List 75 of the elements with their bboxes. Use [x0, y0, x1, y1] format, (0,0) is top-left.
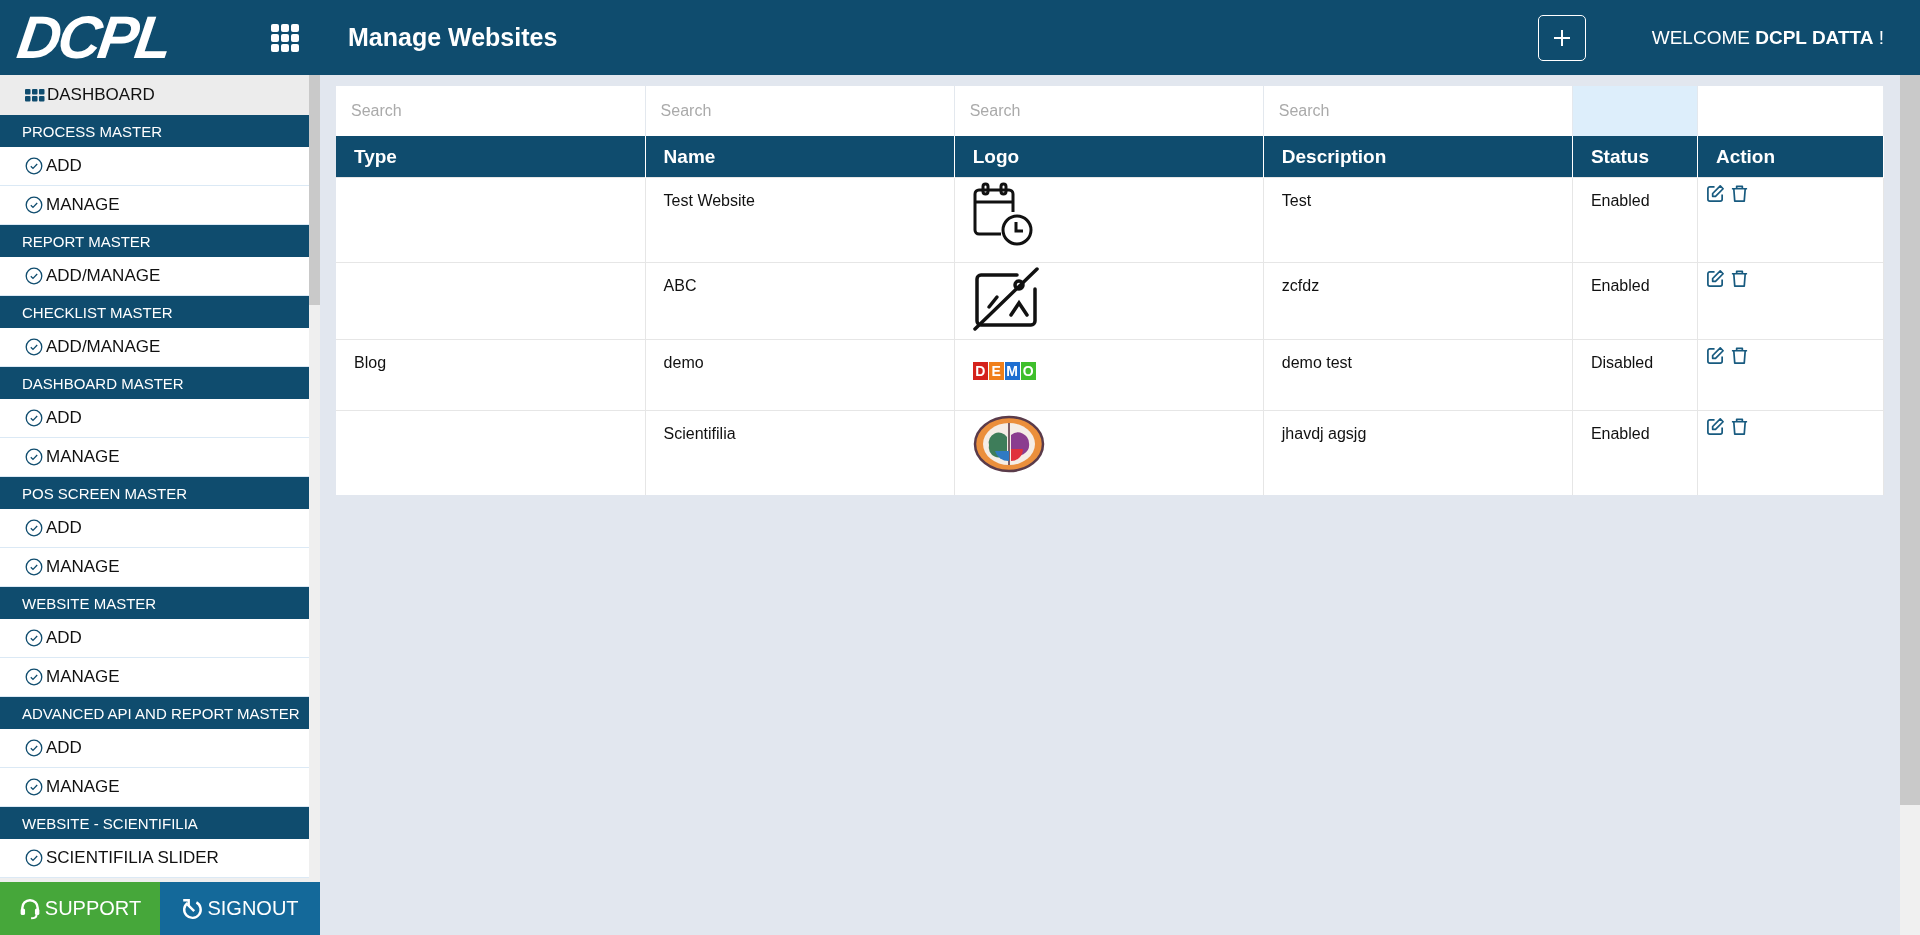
status-text: Enabled	[1590, 192, 1650, 209]
section-header: CHECKLIST MASTER	[0, 296, 309, 328]
add-button[interactable]	[1537, 14, 1586, 61]
sidebar-item[interactable]: ADD/MANAGE	[0, 328, 309, 367]
sidebar-item[interactable]: MANAGE	[0, 768, 309, 807]
check-circle-icon	[25, 448, 43, 466]
sidebar-item[interactable]: MANAGE	[0, 658, 309, 697]
sidebar-item[interactable]: ADD	[0, 509, 309, 548]
headset-icon	[18, 897, 41, 920]
table-cell: demo	[663, 354, 704, 371]
table-cell: demo test	[1281, 354, 1353, 371]
check-circle-icon	[25, 558, 43, 576]
column-header[interactable]: Status	[1572, 136, 1698, 178]
crossed-image-icon	[972, 267, 1039, 331]
sidebar-item[interactable]: SCIENTIFILIA SLIDER	[0, 839, 309, 878]
table-cell: Test	[1281, 192, 1312, 209]
section-header: ADVANCED API AND REPORT MASTER	[0, 697, 309, 729]
calendar-clock-icon	[972, 182, 1035, 246]
trash-icon[interactable]	[1729, 184, 1749, 203]
trash-icon[interactable]	[1729, 269, 1749, 288]
sidebar-item[interactable]: ADD	[0, 399, 309, 438]
edit-icon[interactable]	[1705, 417, 1725, 436]
section-header: REPORT MASTER	[0, 225, 309, 257]
section-header: WEBSITE - SCIENTIFILIA	[0, 807, 309, 839]
demo-logo: D E M O	[972, 362, 1036, 380]
company-logo: DCPL	[13, 7, 176, 68]
sidebar-item[interactable]: ADD	[0, 619, 309, 658]
check-circle-icon	[25, 849, 43, 867]
sidebar-item[interactable]: ADD	[0, 729, 309, 768]
check-circle-icon	[25, 409, 43, 427]
table-cell: jhavdj agsjg	[1281, 425, 1367, 442]
trash-icon[interactable]	[1729, 417, 1749, 436]
column-header[interactable]: Description	[1263, 136, 1573, 178]
table-cell: Scientifilia	[663, 425, 736, 442]
signout-button[interactable]: SIGNOUT	[160, 882, 320, 935]
column-header[interactable]: Name	[645, 136, 955, 178]
sidebar-item[interactable]: MANAGE	[0, 548, 309, 587]
page-scrollbar[interactable]	[1900, 75, 1920, 935]
status-text: Disabled	[1590, 354, 1654, 371]
section-header: POS SCREEN MASTER	[0, 477, 309, 509]
apps-grid-icon[interactable]	[270, 22, 300, 53]
edit-icon[interactable]	[1705, 269, 1725, 288]
status-text: Enabled	[1590, 425, 1650, 442]
check-circle-icon	[25, 778, 43, 796]
welcome-message: WELCOME DCPL DATTA !	[1651, 26, 1884, 49]
sidebar-item[interactable]: ADD/MANAGE	[0, 257, 309, 296]
table-cell: Test Website	[663, 192, 755, 209]
check-circle-icon	[25, 196, 43, 214]
section-header: WEBSITE MASTER	[0, 587, 309, 619]
edit-icon[interactable]	[1705, 184, 1725, 203]
plus-icon	[1551, 27, 1572, 48]
signout-icon	[181, 897, 204, 920]
table-cell: zcfdz	[1281, 277, 1320, 294]
check-circle-icon	[25, 157, 43, 175]
check-circle-icon	[25, 519, 43, 537]
column-header[interactable]: Type	[336, 136, 646, 178]
table-cell: ABC	[663, 277, 697, 294]
status-text: Enabled	[1590, 277, 1650, 294]
check-circle-icon	[25, 629, 43, 647]
section-header: DASHBOARD MASTER	[0, 367, 309, 399]
column-header[interactable]: Logo	[954, 136, 1264, 178]
edit-icon[interactable]	[1705, 346, 1725, 365]
check-circle-icon	[25, 668, 43, 686]
sidebar-item[interactable]: MANAGE	[0, 438, 309, 477]
check-circle-icon	[25, 267, 43, 285]
check-circle-icon	[25, 338, 43, 356]
table-cell: Blog	[354, 354, 387, 371]
grid-icon	[25, 88, 45, 102]
sidebar-item[interactable]: MANAGE	[0, 186, 309, 225]
column-header[interactable]: Action	[1697, 136, 1884, 178]
sidebar-item[interactable]: ADD	[0, 147, 309, 186]
check-circle-icon	[25, 739, 43, 757]
trash-icon[interactable]	[1729, 346, 1749, 365]
section-header: PROCESS MASTER	[0, 115, 309, 147]
page-title: Manage Websites	[348, 23, 559, 52]
